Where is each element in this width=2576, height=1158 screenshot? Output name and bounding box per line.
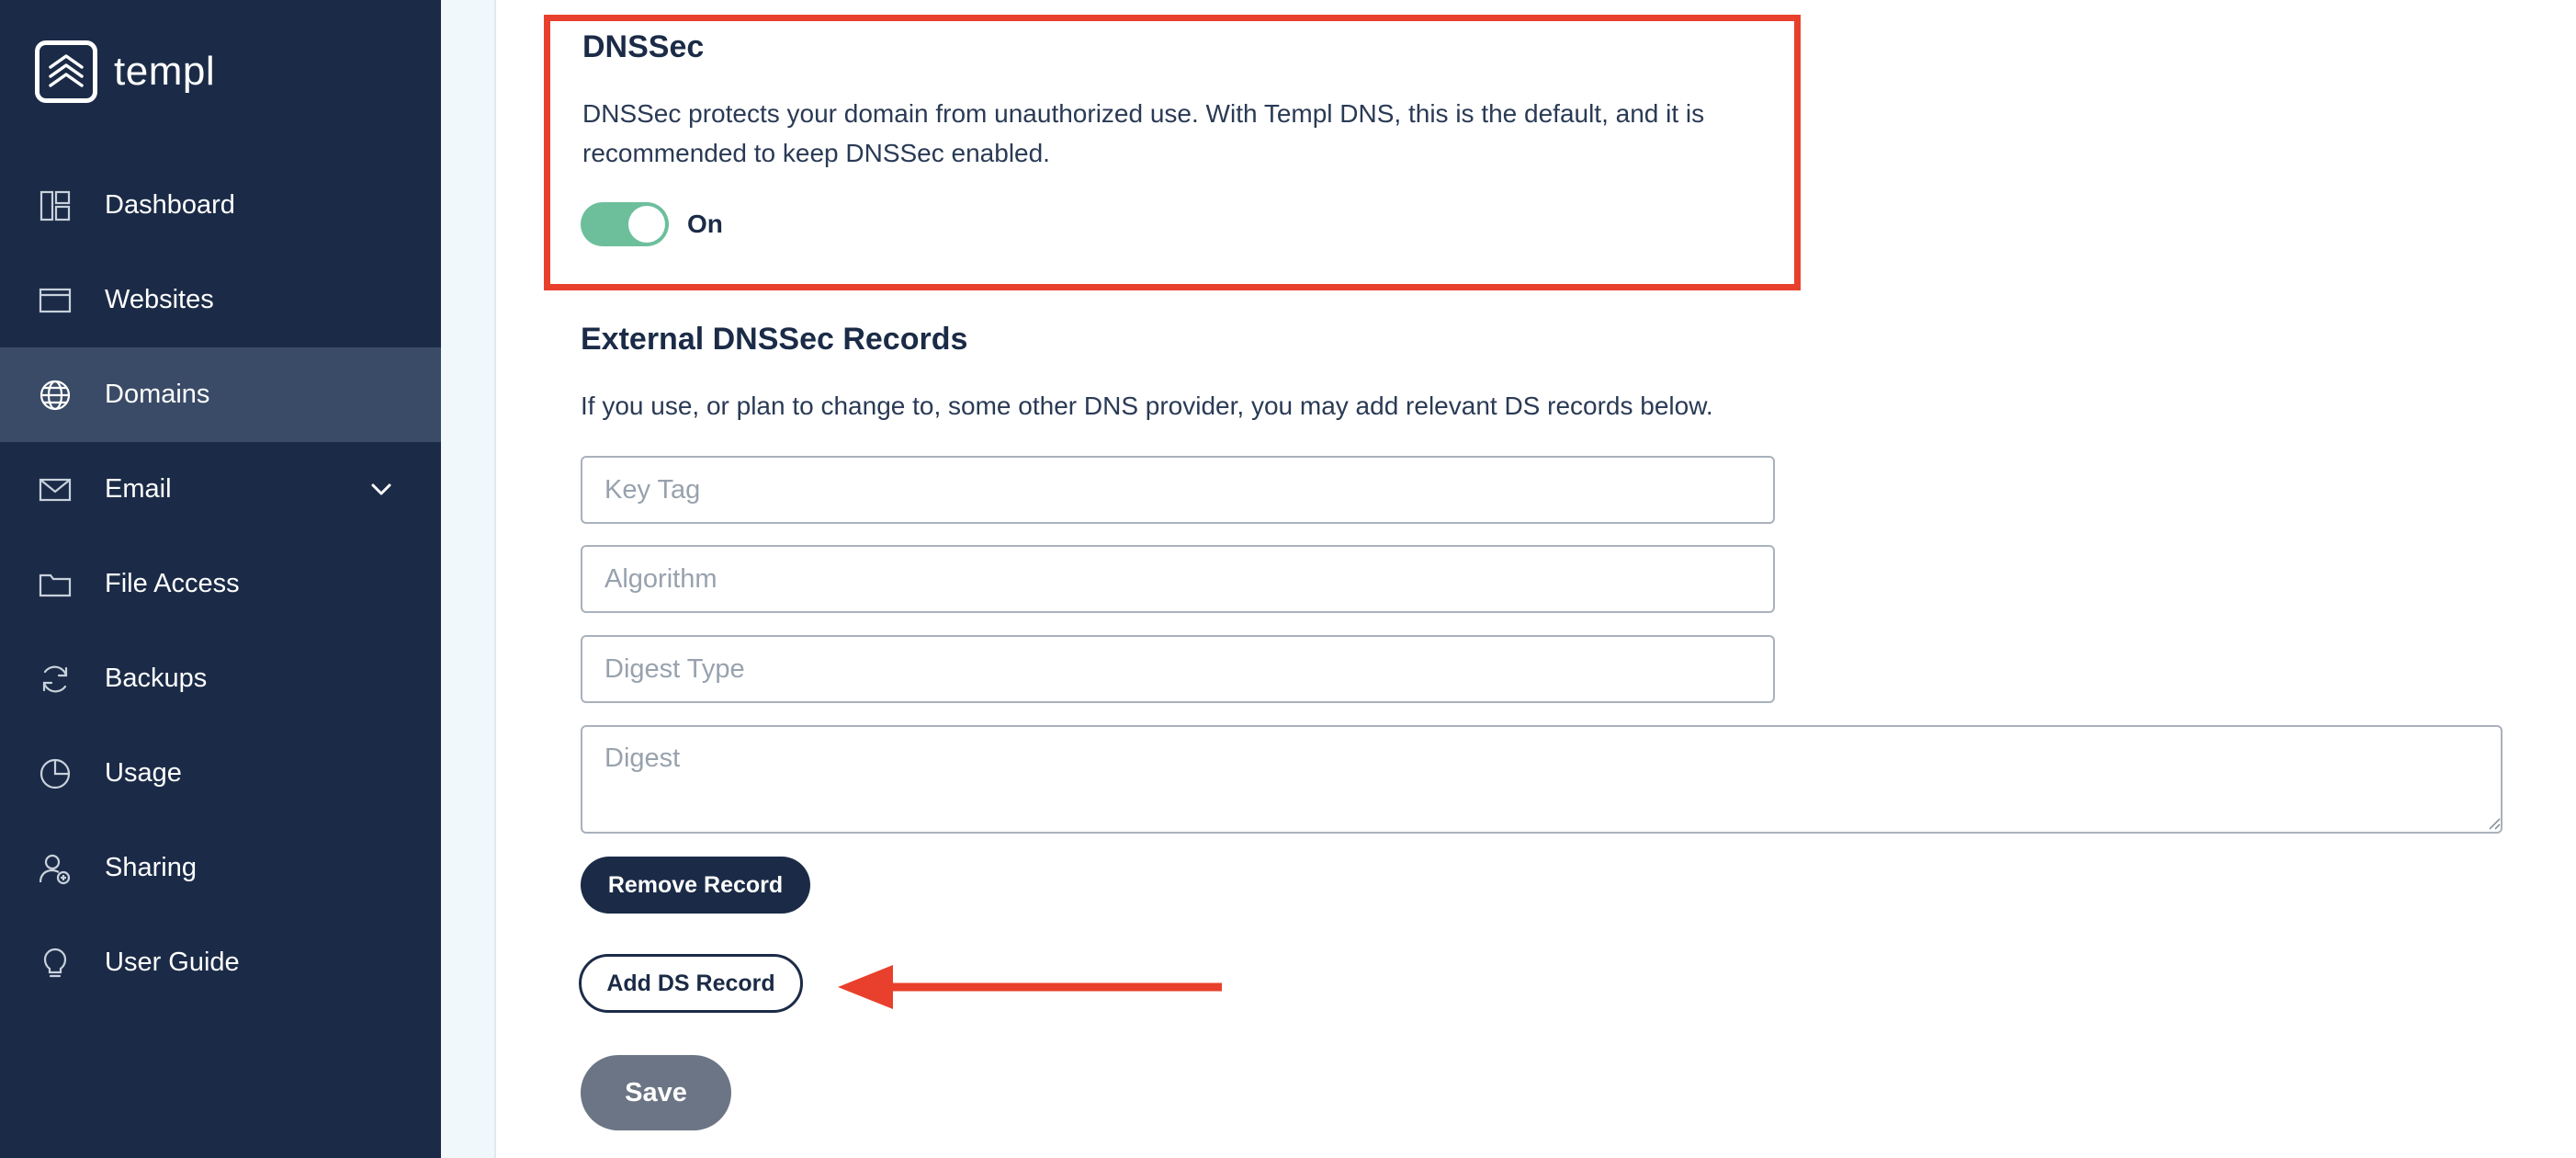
sidebar-item-label: Backups (105, 664, 208, 693)
dnssec-description-line-1: DNSSec protects your domain from unautho… (582, 99, 1705, 128)
dnssec-title: DNSSec (582, 29, 705, 64)
remove-record-button[interactable]: Remove Record (581, 857, 810, 914)
sidebar-item-label: Usage (105, 758, 182, 788)
external-dnssec-description: If you use, or plan to change to, some o… (581, 392, 1713, 420)
main-content: DNSSec DNSSec protects your domain from … (498, 0, 2576, 1158)
envelope-icon (39, 473, 72, 506)
content-gutter (441, 0, 496, 1158)
resize-grip-icon[interactable] (2486, 815, 2501, 830)
brand-name: templ (114, 49, 216, 94)
sidebar-item-label: Domains (105, 380, 210, 409)
dnssec-description-line-2: recommended to keep DNSSec enabled. (582, 139, 1050, 167)
digest-textarea[interactable] (581, 725, 2503, 834)
key-tag-input[interactable] (581, 456, 1775, 524)
sidebar-item-label: Sharing (105, 853, 197, 882)
add-ds-record-button[interactable]: Add DS Record (579, 954, 803, 1013)
sidebar-item-dashboard[interactable]: Dashboard (0, 158, 441, 253)
sidebar-item-label: File Access (105, 569, 240, 598)
sidebar-item-domains[interactable]: Domains (0, 347, 441, 442)
sidebar-item-websites[interactable]: Websites (0, 253, 441, 347)
sidebar-item-label: User Guide (105, 948, 240, 977)
app-root: templ Dashboard Websites Domains Email F… (0, 0, 2576, 1158)
external-dnssec-title: External DNSSec Records (581, 322, 968, 357)
templ-logo-icon (35, 40, 97, 103)
folder-icon (39, 568, 72, 601)
sidebar-item-user-guide[interactable]: User Guide (0, 915, 441, 1010)
sidebar: templ Dashboard Websites Domains Email F… (0, 0, 441, 1158)
sidebar-item-label: Dashboard (105, 190, 235, 220)
dashboard-icon (39, 189, 72, 222)
sidebar-item-label: Email (105, 474, 172, 504)
sidebar-item-usage[interactable]: Usage (0, 726, 441, 821)
globe-icon (39, 379, 72, 412)
sidebar-item-sharing[interactable]: Sharing (0, 821, 441, 915)
user-share-icon (39, 852, 72, 885)
digest-type-input[interactable] (581, 635, 1775, 703)
chevron-down-icon[interactable] (367, 476, 395, 504)
sidebar-item-email[interactable]: Email (0, 442, 441, 537)
toggle-knob (628, 206, 665, 243)
refresh-icon (39, 663, 72, 696)
websites-icon (39, 284, 72, 317)
sidebar-nav: Dashboard Websites Domains Email File Ac… (0, 158, 441, 1010)
pointer-arrow-icon (838, 965, 1222, 1009)
lightbulb-icon (39, 947, 72, 980)
algorithm-input[interactable] (581, 545, 1775, 613)
logo[interactable]: templ (35, 40, 215, 103)
dnssec-toggle-label: On (687, 210, 723, 238)
pie-chart-icon (39, 757, 72, 790)
save-button[interactable]: Save (581, 1055, 731, 1130)
sidebar-item-backups[interactable]: Backups (0, 631, 441, 726)
sidebar-item-file-access[interactable]: File Access (0, 537, 441, 631)
dnssec-toggle[interactable] (581, 202, 669, 246)
sidebar-item-label: Websites (105, 285, 214, 314)
